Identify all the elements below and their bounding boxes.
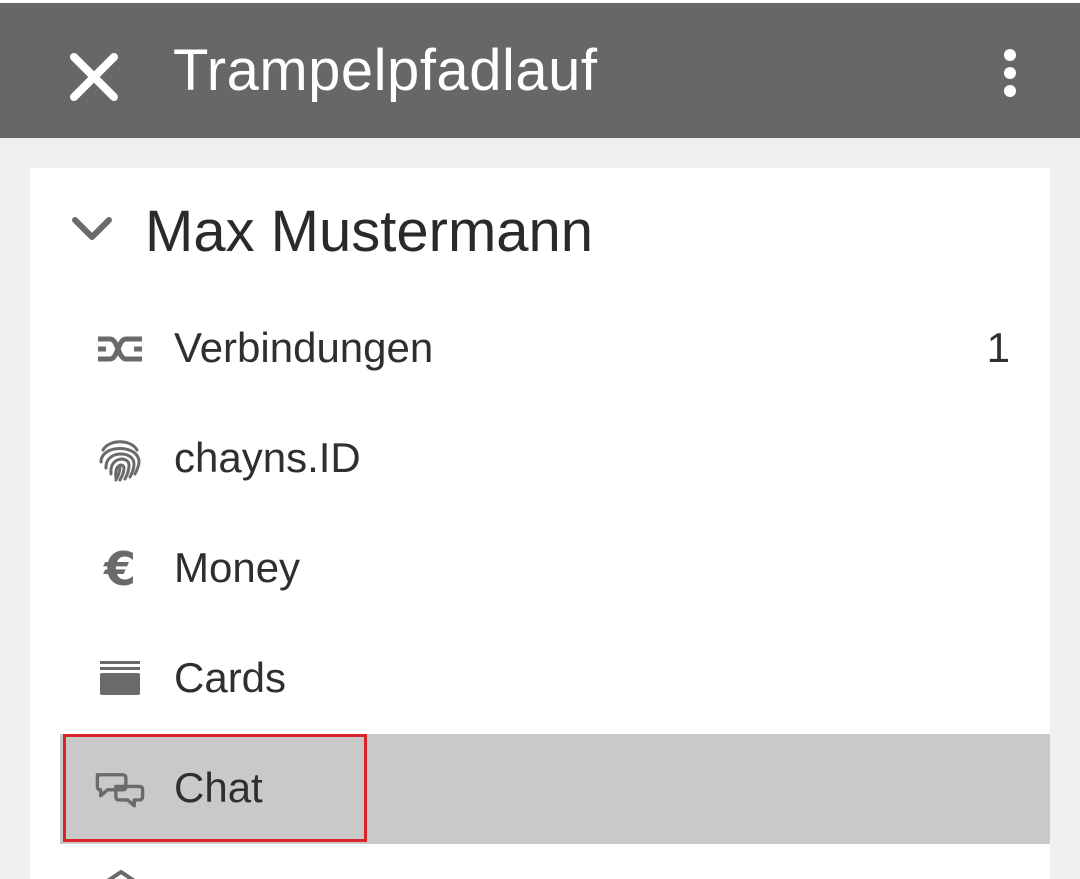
more-options-button[interactable] <box>990 47 1030 99</box>
menu-item-label: Money <box>174 544 301 591</box>
page-title: Trampelpfadlauf <box>173 38 598 103</box>
menu-item-label: Chat <box>174 764 263 811</box>
profile-name: Max Mustermann <box>145 199 594 264</box>
app-header: Trampelpfadlauf <box>0 0 1080 138</box>
chat-icon <box>94 764 146 814</box>
shield-icon <box>106 870 136 879</box>
more-vertical-icon <box>1004 49 1016 97</box>
menu-item-verbindungen[interactable]: Verbindungen 1 <box>60 294 1050 404</box>
fingerprint-icon <box>94 434 146 484</box>
menu-item-money[interactable]: € Money <box>60 514 1050 624</box>
menu-item-chat[interactable]: Chat <box>60 734 1050 844</box>
menu-item-label: chayns.ID <box>174 434 361 481</box>
account-panel: Max Mustermann Verbindungen 1 chayns.ID … <box>30 168 1050 879</box>
menu-item-cards[interactable]: Cards <box>60 624 1050 734</box>
cards-icon <box>94 654 146 704</box>
chevron-down-icon <box>72 217 112 240</box>
menu-item-label: Cards <box>174 654 287 701</box>
close-button[interactable] <box>66 49 122 105</box>
close-icon <box>70 53 118 101</box>
profile-header[interactable]: Max Mustermann <box>30 168 1050 288</box>
euro-icon: € <box>103 542 136 596</box>
count-badge: 1 <box>986 324 1010 371</box>
connections-icon <box>94 324 146 374</box>
menu-item-chayns-id[interactable]: chayns.ID <box>60 404 1050 514</box>
menu-item-label: Verbindungen <box>174 324 434 371</box>
